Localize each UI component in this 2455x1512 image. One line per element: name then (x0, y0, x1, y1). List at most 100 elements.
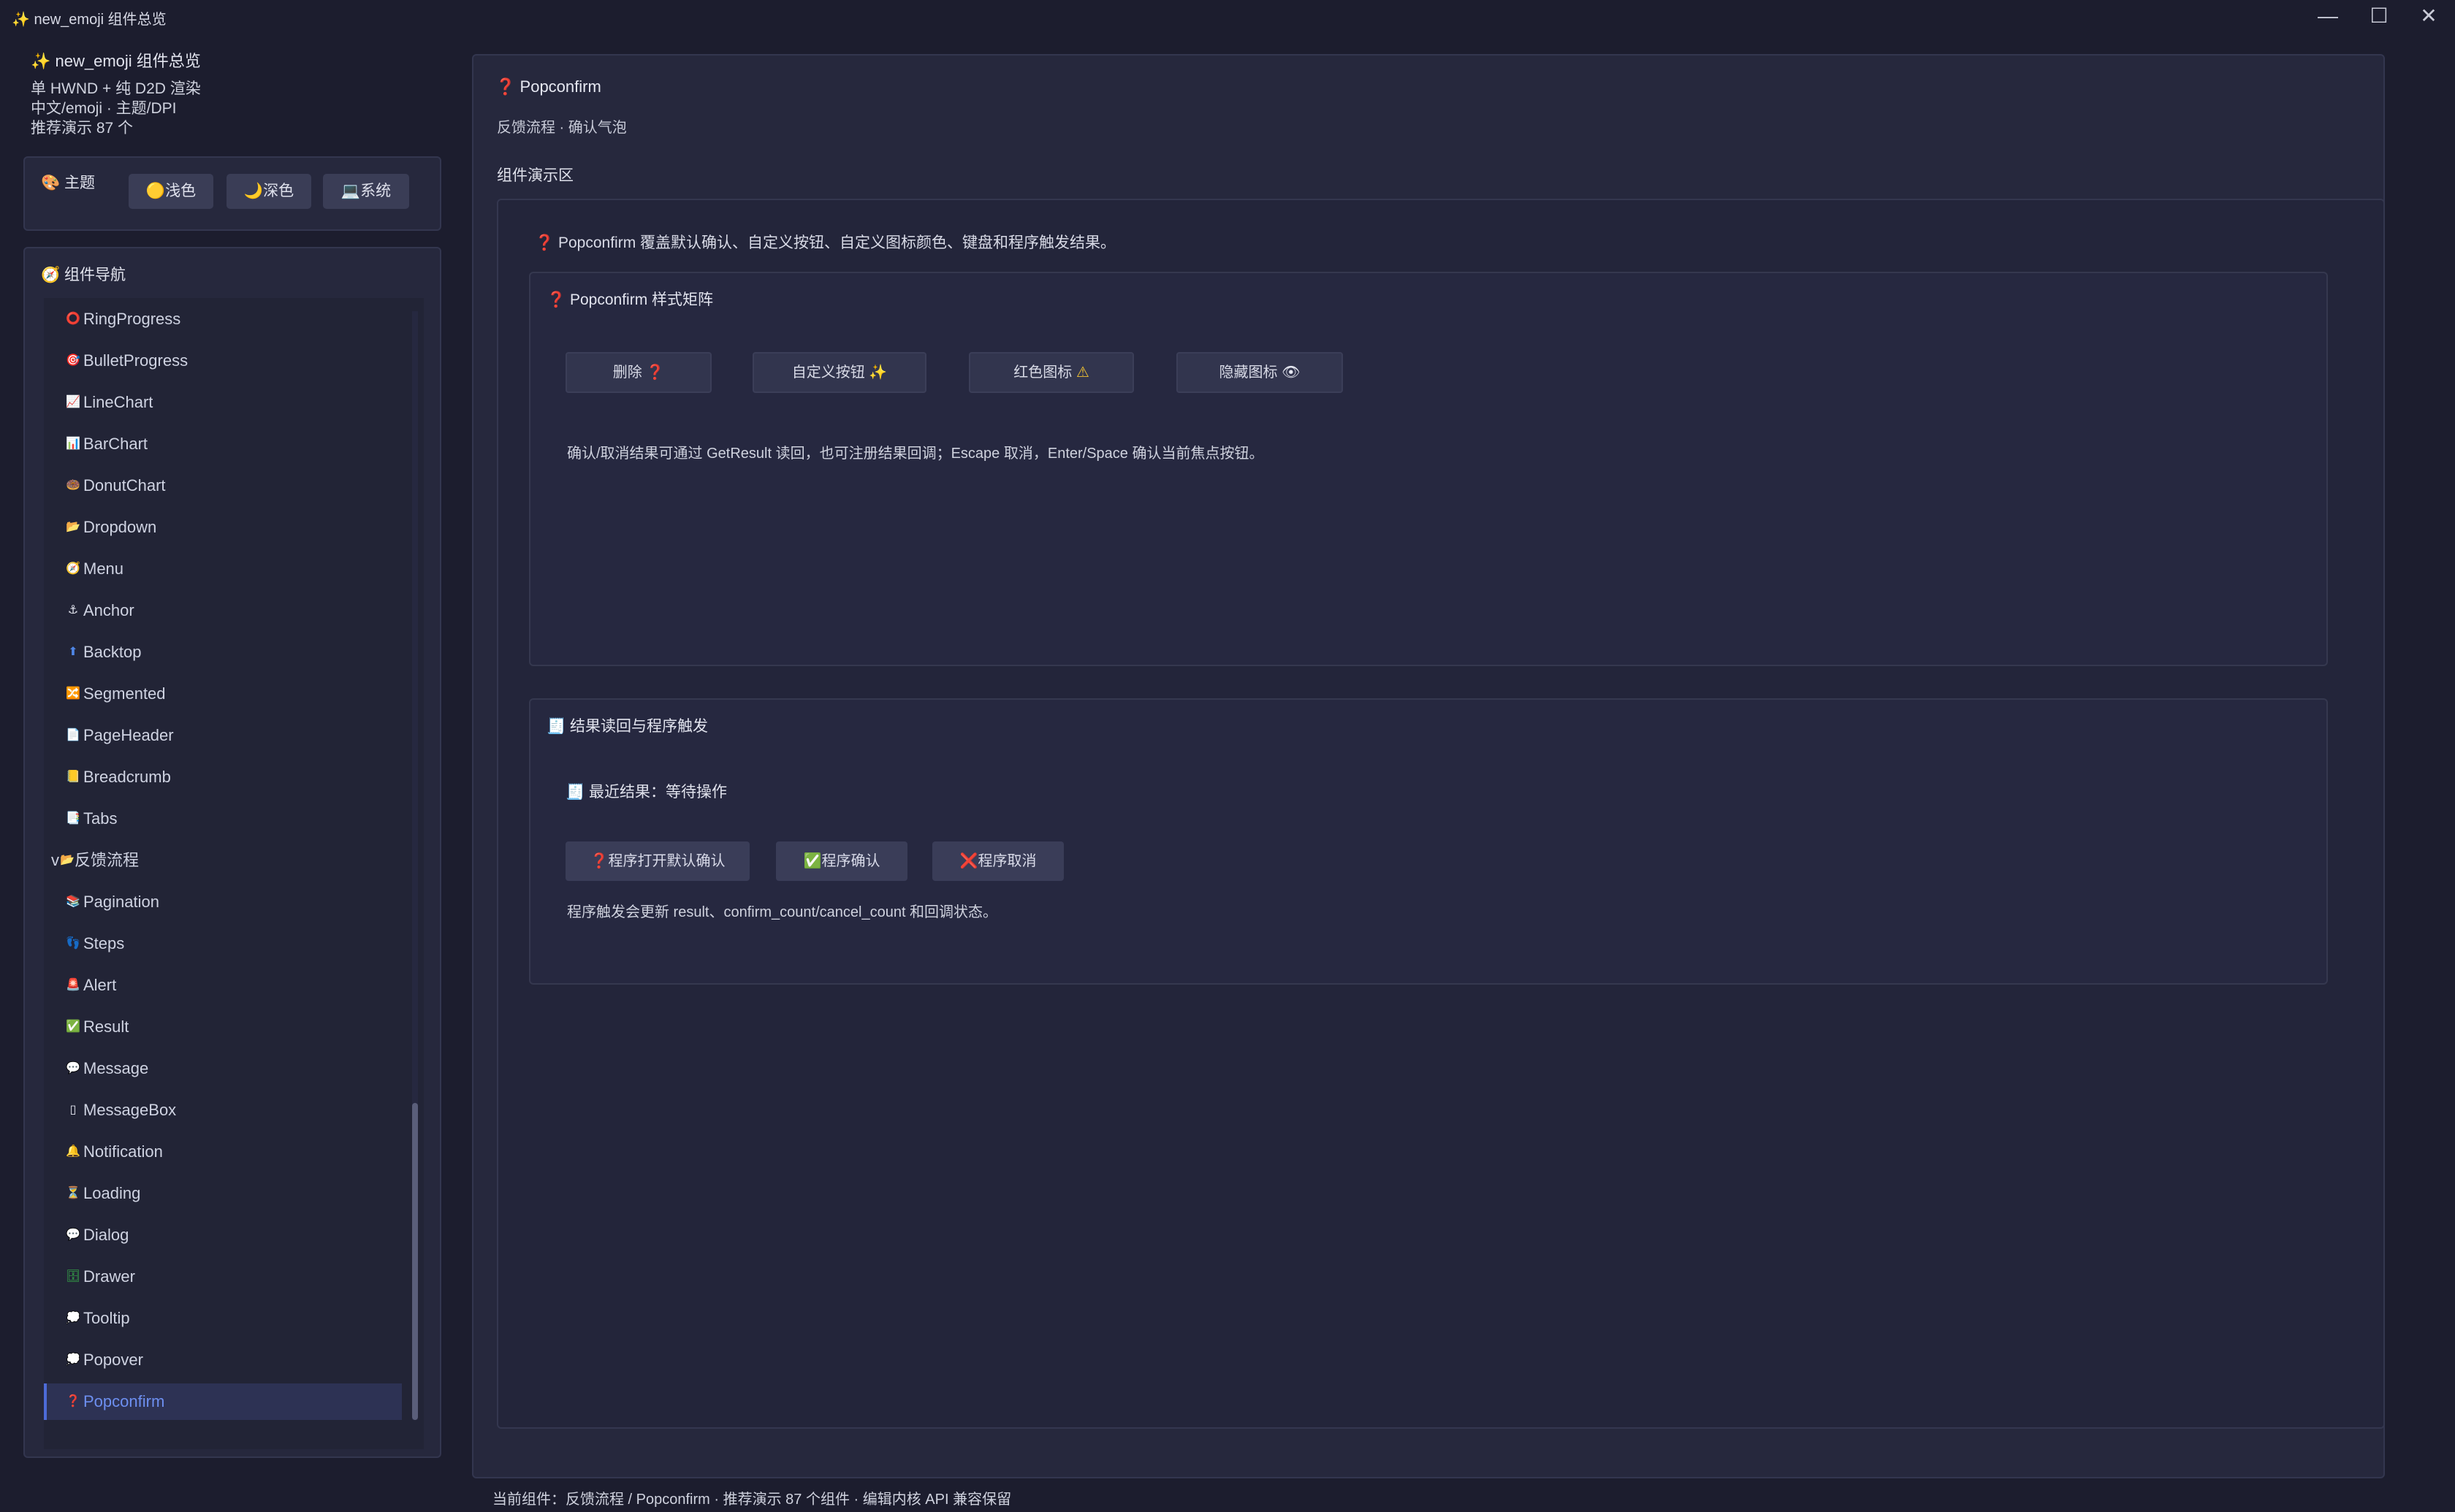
sidebar-item-drawer[interactable]: 🗄 Drawer (44, 1259, 402, 1295)
result-card-title: 🧾 结果读回与程序触发 (547, 714, 708, 736)
sidebar-item-bulletprogress[interactable]: 🎯 BulletProgress (44, 343, 402, 379)
program-cancel-label: 程序取消 (978, 853, 1037, 869)
sidebar-item-label: Steps (83, 934, 125, 952)
sidebar-item-label: Message (83, 1059, 149, 1077)
moon-icon: 🌙 (243, 183, 264, 199)
style-matrix-title-text: Popconfirm 样式矩阵 (570, 291, 714, 308)
sidebar-item-label: DonutChart (83, 476, 166, 495)
sidebar-item-barchart[interactable]: 📊 BarChart (44, 426, 402, 462)
program-cancel-button[interactable]: ❌程序取消 (932, 841, 1064, 881)
nav-item-icon: ❓ (66, 1395, 80, 1408)
sidebar-item-messagebox[interactable]: ▯ MessageBox (44, 1092, 402, 1129)
nav-group-feedback[interactable]: v 📂 反馈流程 (44, 842, 402, 879)
result-card: 🧾 结果读回与程序触发 🧾 最近结果：等待操作 ❓程序打开默认确认 ✅程序确认 … (529, 698, 2328, 985)
theme-system-label: 系统 (360, 183, 392, 199)
theme-dark-label: 深色 (263, 183, 294, 199)
sidebar-item-ringprogress[interactable]: ⭕ RingProgress (44, 301, 402, 337)
question-icon: ❓ (535, 234, 555, 251)
nav-item-icon: 🍩 (66, 479, 80, 492)
close-button[interactable]: ✕ (2407, 1, 2451, 31)
warning-icon: ⚠ (1076, 364, 1089, 381)
sidebar-item-popover[interactable]: 💭 Popover (44, 1342, 402, 1378)
sidebar-item-message[interactable]: 💬 Message (44, 1050, 402, 1087)
sidebar-item-menu[interactable]: 🧭 Menu (44, 551, 402, 587)
minimize-button[interactable]: — (2306, 1, 2350, 31)
delete-popconfirm-button[interactable]: 删除 ❓ (566, 352, 712, 393)
program-confirm-label: 程序确认 (821, 853, 880, 869)
program-confirm-button[interactable]: ✅程序确认 (776, 841, 907, 881)
theme-light-button[interactable]: 🟡浅色 (129, 174, 213, 209)
sidebar-item-steps[interactable]: 👣 Steps (44, 925, 402, 962)
open-default-confirm-button[interactable]: ❓程序打开默认确认 (566, 841, 750, 881)
theme-dark-button[interactable]: 🌙深色 (227, 174, 311, 209)
sidebar-item-label: Alert (83, 976, 117, 994)
demo-intro-text: Popconfirm 覆盖默认确认、自定义按钮、自定义图标颜色、键盘和程序触发结… (558, 234, 1116, 251)
nav-item-icon: 📂 (66, 521, 80, 533)
sparkles-icon: ✨ (31, 52, 51, 70)
latest-result: 🧾 最近结果：等待操作 (566, 780, 727, 802)
nav-list[interactable]: ⭕ RingProgress 🎯 BulletProgress 📈 LineChart 📊 B… (44, 298, 424, 1449)
sidebar-item-label: Drawer (83, 1267, 135, 1286)
hide-icon-popconfirm-button[interactable]: 隐藏图标 👁 (1176, 352, 1343, 393)
sidebar-item-anchor[interactable]: ⚓ Anchor (44, 592, 402, 629)
nav-panel: 🧭 组件导航 ⭕ RingProgress 🎯 BulletProgress 📈 Line… (23, 247, 441, 1458)
sidebar-item-label: Backtop (83, 643, 142, 661)
page-title-text: Popconfirm (519, 77, 601, 96)
sidebar-item-label: Loading (83, 1184, 141, 1202)
sidebar-item-notification[interactable]: 🔔 Notification (44, 1134, 402, 1170)
info-line-1: 单 HWND + 纯 D2D 渲染 (31, 80, 201, 97)
nav-item-icon: 🧭 (66, 562, 80, 575)
sidebar-item-breadcrumb[interactable]: 📒 Breadcrumb (44, 759, 402, 795)
style-matrix-card: ❓ Popconfirm 样式矩阵 删除 ❓ 自定义按钮 ✨ 红色图标 ⚠ 隐藏… (529, 272, 2328, 666)
demo-area: ❓ Popconfirm 覆盖默认确认、自定义按钮、自定义图标颜色、键盘和程序触… (497, 199, 2385, 1429)
open-default-confirm-label: 程序打开默认确认 (608, 853, 726, 869)
nav-scrollbar-thumb[interactable] (412, 1103, 418, 1420)
sidebar-item-loading[interactable]: ⏳ Loading (44, 1175, 402, 1212)
nav-item-icon: 🔔 (66, 1145, 80, 1158)
page-title: ❓ Popconfirm (495, 77, 601, 96)
question-icon: ❓ (495, 77, 516, 96)
delete-label: 删除 (612, 364, 642, 381)
sidebar-item-label: BarChart (83, 435, 148, 453)
sidebar-item-label: 反馈流程 (75, 851, 140, 869)
sidebar-item-label: Popconfirm (83, 1392, 165, 1410)
sidebar-item-donutchart[interactable]: 🍩 DonutChart (44, 467, 402, 504)
sidebar-item-label: Dialog (83, 1226, 129, 1244)
sidebar-item-popconfirm[interactable]: ❓ Popconfirm (44, 1383, 402, 1420)
nav-item-icon: 🗄 (65, 1270, 81, 1283)
sidebar-item-result[interactable]: ✅ Result (44, 1009, 402, 1045)
sidebar-item-label: LineChart (83, 393, 153, 411)
sidebar-item-pageheader[interactable]: 📄 PageHeader (44, 717, 402, 754)
hide-icon-label: 隐藏图标 (1219, 364, 1278, 381)
theme-label: 🎨 主题 (41, 171, 95, 193)
sidebar-item-backtop[interactable]: ⬆ Backtop (44, 634, 402, 671)
nav-item-icon: ▯ (69, 1104, 77, 1116)
sparkles-icon: ✨ (12, 12, 30, 28)
nav-title-text: 组件导航 (64, 267, 126, 283)
sidebar-item-segmented[interactable]: 🔀 Segmented (44, 676, 402, 712)
maximize-button[interactable]: ☐ (2357, 1, 2401, 31)
nav-item-icon: ⬆ (68, 646, 78, 658)
red-icon-popconfirm-button[interactable]: 红色图标 ⚠ (969, 352, 1134, 393)
palette-icon: 🎨 (41, 175, 61, 191)
compass-icon: 🧭 (41, 267, 61, 283)
custom-button-popconfirm-button[interactable]: 自定义按钮 ✨ (753, 352, 926, 393)
question-icon: ❓ (590, 853, 609, 869)
sidebar-item-tooltip[interactable]: 💭 Tooltip (44, 1300, 402, 1337)
sidebar-item-pagination[interactable]: 📚 Pagination (44, 884, 402, 920)
light-theme-icon: 🟡 (145, 183, 166, 199)
sidebar-item-linechart[interactable]: 📈 LineChart (44, 384, 402, 421)
theme-system-button[interactable]: 💻系统 (323, 174, 409, 209)
custom-button-label: 自定义按钮 (791, 364, 865, 381)
demo-area-label: 组件演示区 (497, 167, 574, 184)
sparkles-icon: ✨ (869, 364, 888, 381)
nav-item-icon: 🎯 (66, 354, 80, 367)
sidebar-item-dropdown[interactable]: 📂 Dropdown (44, 509, 402, 546)
nav-item-icon: 💭 (66, 1312, 80, 1324)
sidebar-item-tabs[interactable]: 📑 Tabs (44, 801, 402, 837)
nav-item-icon: 💬 (66, 1229, 80, 1241)
sidebar-item-dialog[interactable]: 💬 Dialog (44, 1217, 402, 1253)
info-line-3: 推荐演示 87 个 (31, 120, 134, 137)
sidebar-item-label: Dropdown (83, 518, 157, 536)
sidebar-item-alert[interactable]: 🚨 Alert (44, 967, 402, 1004)
